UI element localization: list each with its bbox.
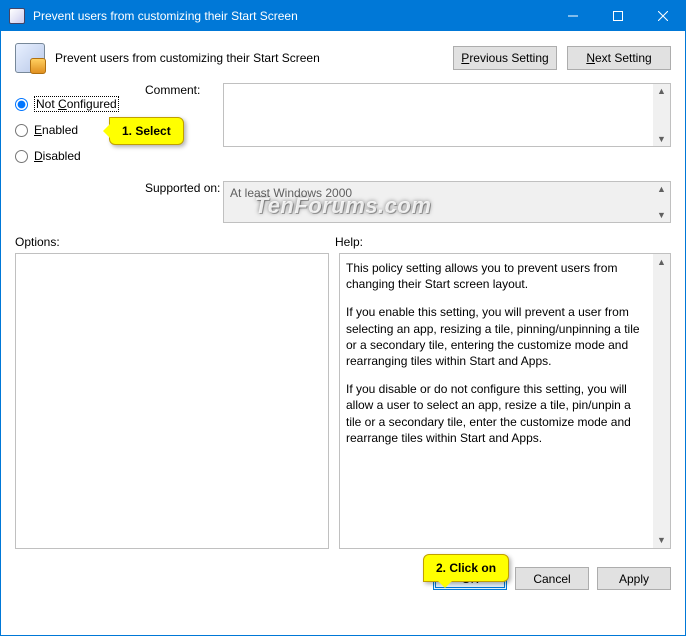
supported-scrollbar: ▲▼ [653,182,670,222]
comment-area: ▲▼ [223,83,671,169]
help-paragraph: If you disable or do not configure this … [346,381,648,446]
radio-not-configured-label: Not Configured [34,96,119,112]
radio-not-configured[interactable]: Not Configured [15,91,145,117]
annotation-select: 1. Select [109,117,184,145]
maximize-button[interactable] [595,1,640,31]
scroll-up-icon: ▲ [657,182,666,196]
options-label: Options: [15,235,335,249]
titlebar: Prevent users from customizing their Sta… [1,1,685,31]
help-pane: This policy setting allows you to preven… [339,253,671,549]
header-row: Prevent users from customizing their Sta… [1,31,685,81]
panes: This policy setting allows you to preven… [1,253,685,559]
help-paragraph: If you enable this setting, you will pre… [346,304,648,369]
policy-icon [15,43,45,73]
help-label: Help: [335,235,363,249]
scroll-down-icon[interactable]: ▼ [657,532,666,548]
dialog-buttons: OK Cancel Apply [1,559,685,602]
next-setting-button[interactable]: Next Setting [567,46,671,70]
supported-on-text: At least Windows 2000 [230,186,352,200]
previous-setting-button[interactable]: Previous Setting [453,46,557,70]
scroll-up-icon[interactable]: ▲ [657,84,666,98]
policy-title: Prevent users from customizing their Sta… [55,51,453,65]
annotation-click: 2. Click on [423,554,509,582]
window-icon [9,8,25,24]
options-pane [15,253,329,549]
apply-button[interactable]: Apply [597,567,671,590]
window-title: Prevent users from customizing their Sta… [33,9,550,23]
supported-row: Supported on: At least Windows 2000 ▲▼ [1,177,685,227]
radio-disabled-label: Disabled [34,149,81,163]
help-paragraph: This policy setting allows you to preven… [346,260,648,292]
comment-scrollbar[interactable]: ▲▼ [653,84,670,146]
radio-disabled-input[interactable] [15,150,28,163]
help-scrollbar[interactable]: ▲▼ [653,254,670,548]
minimize-button[interactable] [550,1,595,31]
comment-input[interactable]: ▲▼ [223,83,671,147]
radio-enabled-label: Enabled [34,123,78,137]
supported-on-box: At least Windows 2000 ▲▼ [223,181,671,223]
section-headers: Options: Help: [1,227,685,253]
radio-not-configured-input[interactable] [15,98,28,111]
close-button[interactable] [640,1,685,31]
radio-enabled-input[interactable] [15,124,28,137]
scroll-up-icon[interactable]: ▲ [657,254,666,270]
scroll-down-icon: ▼ [657,208,666,222]
supported-label: Supported on: [145,181,223,195]
nav-buttons: Previous Setting Next Setting [453,46,671,70]
scroll-down-icon[interactable]: ▼ [657,132,666,146]
cancel-button[interactable]: Cancel [515,567,589,590]
radio-disabled[interactable]: Disabled [15,143,145,169]
window-buttons [550,1,685,31]
